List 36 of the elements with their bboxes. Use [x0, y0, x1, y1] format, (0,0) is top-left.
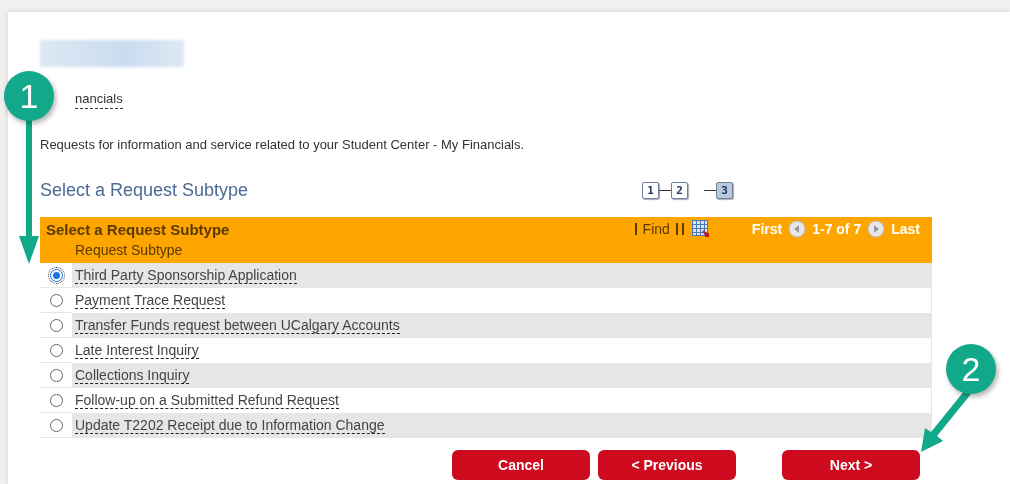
- step-indicator[interactable]: 2: [671, 182, 688, 199]
- subtype-link[interactable]: Collections Inquiry: [75, 367, 190, 384]
- subtype-link[interactable]: Update T2202 Receipt due to Information Change: [75, 417, 385, 434]
- grid-row[interactable]: Follow-up on a Submitted Refund Request: [40, 388, 932, 413]
- subtype-link[interactable]: Payment Trace Request: [75, 292, 226, 309]
- radio-button[interactable]: [49, 318, 63, 332]
- page-range: 1-7 of 7: [812, 221, 862, 237]
- financials-link[interactable]: nancials: [75, 91, 123, 109]
- find-link[interactable]: Find: [634, 223, 678, 235]
- radio-button[interactable]: [49, 368, 63, 382]
- cancel-button[interactable]: Cancel: [452, 450, 590, 480]
- radio-button[interactable]: [49, 293, 63, 307]
- grid-title: Select a Request Subtype: [46, 220, 231, 238]
- step-indicator[interactable]: 3: [716, 182, 733, 199]
- grid-row[interactable]: Payment Trace Request: [40, 288, 932, 313]
- grid-row[interactable]: Late Interest Inquiry: [40, 338, 932, 363]
- description-text: Requests for information and service related to your Student Center - My Financials.: [40, 137, 526, 152]
- subtype-link[interactable]: Follow-up on a Submitted Refund Request: [75, 392, 339, 409]
- radio-button[interactable]: [49, 418, 63, 432]
- grid-row[interactable]: Third Party Sponsorship Application: [40, 263, 932, 288]
- annotation-arrow: [921, 390, 971, 452]
- grid-row[interactable]: Collections Inquiry: [40, 363, 932, 388]
- column-header: Request Subtype: [74, 241, 184, 260]
- subtype-link[interactable]: Late Interest Inquiry: [75, 342, 199, 359]
- page-heading: Select a Request Subtype: [40, 180, 250, 201]
- grid-row[interactable]: Update T2202 Receipt due to Information Change: [40, 413, 932, 438]
- step-indicator[interactable]: 1: [642, 182, 659, 199]
- next-button[interactable]: Next >: [782, 450, 920, 480]
- grid-row[interactable]: Transfer Funds request between UCalgary Accounts: [40, 313, 932, 338]
- previous-button[interactable]: < Previous: [598, 450, 736, 480]
- subtype-link[interactable]: Third Party Sponsorship Application: [75, 267, 297, 284]
- spreadsheet-icon[interactable]: [691, 220, 710, 238]
- radio-button[interactable]: [49, 343, 63, 357]
- radio-button[interactable]: [49, 393, 63, 407]
- radio-button[interactable]: [49, 268, 63, 282]
- subtype-link[interactable]: Transfer Funds request between UCalgary Accounts: [75, 317, 400, 334]
